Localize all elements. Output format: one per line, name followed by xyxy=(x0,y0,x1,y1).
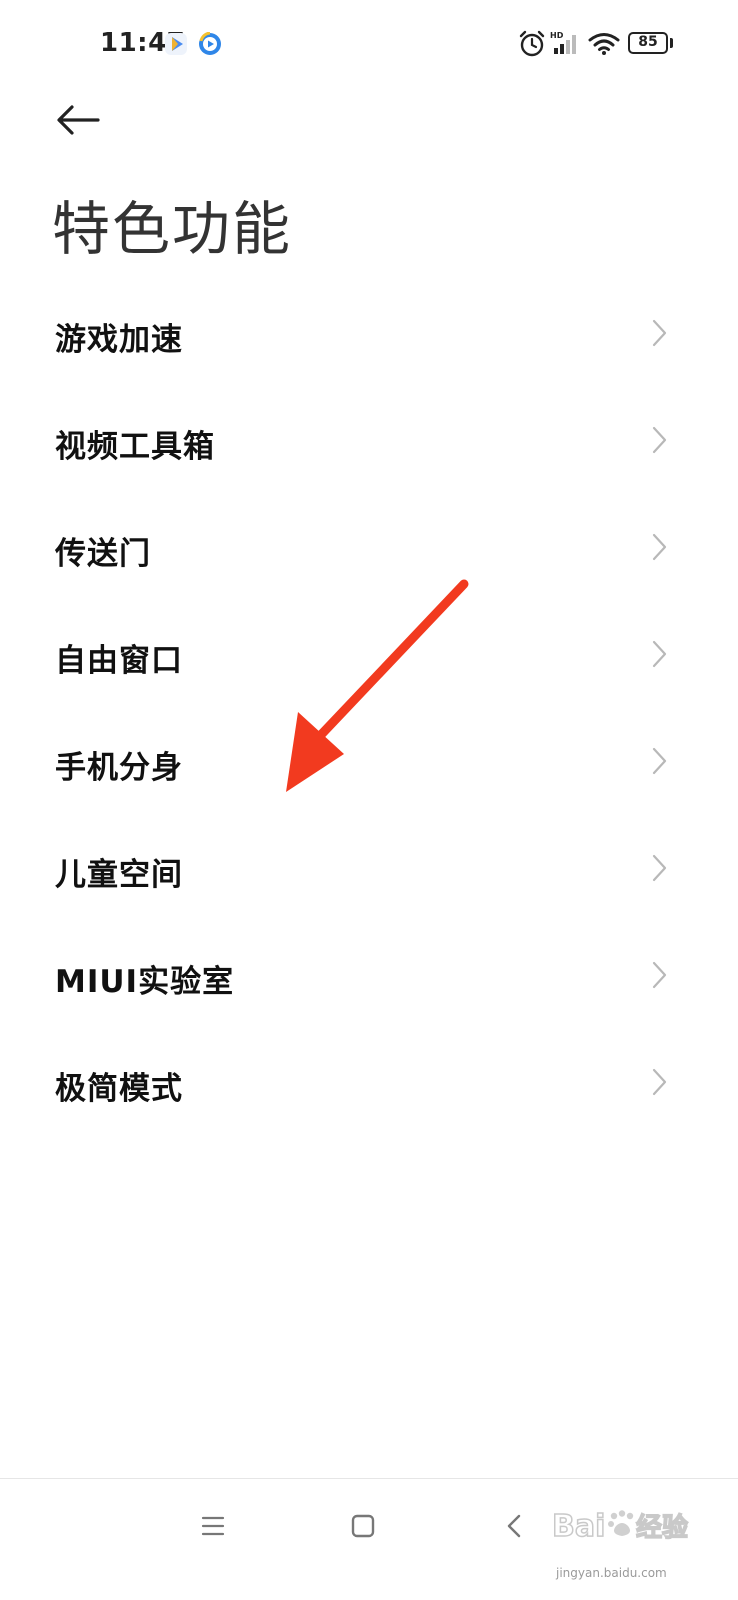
svg-text:经验: 经验 xyxy=(636,1512,688,1543)
chevron-right-icon xyxy=(652,961,667,989)
menu-item-video-toolbox[interactable]: 视频工具箱 xyxy=(0,387,738,494)
chevron-right-icon xyxy=(652,854,667,882)
menu-icon[interactable] xyxy=(198,1511,228,1541)
chevron-right-icon xyxy=(652,747,667,775)
menu-item-label: 极简模式 xyxy=(55,1071,183,1107)
status-bar: 11:47 HD 85 xyxy=(0,0,738,86)
home-icon[interactable] xyxy=(348,1511,378,1541)
svg-text:HD: HD xyxy=(550,31,564,40)
chevron-right-icon xyxy=(652,640,667,668)
chevron-right-icon xyxy=(652,1068,667,1096)
annotation-arrow-icon xyxy=(286,579,469,792)
menu-item-label: 视频工具箱 xyxy=(55,429,215,465)
menu-item-label: 手机分身 xyxy=(55,750,183,786)
chevron-right-icon xyxy=(652,533,667,561)
menu-item-label: 儿童空间 xyxy=(55,857,183,893)
battery-icon: 85 xyxy=(628,32,668,54)
menu-item-label: 传送门 xyxy=(55,536,151,572)
menu-item-miui-lab[interactable]: MIUI实验室 xyxy=(0,922,738,1029)
battery-tip xyxy=(670,38,673,48)
arrow-left-icon[interactable] xyxy=(52,100,102,140)
menu-item-simple-mode[interactable]: 极简模式 xyxy=(0,1029,738,1136)
wifi-icon xyxy=(588,33,620,55)
watermark-url: jingyan.baidu.com xyxy=(556,1566,667,1580)
back-icon[interactable] xyxy=(500,1511,530,1541)
alarm-icon xyxy=(519,30,545,57)
chevron-right-icon xyxy=(652,319,667,347)
browser-app-icon xyxy=(199,32,221,55)
menu-item-kids-space[interactable]: 儿童空间 xyxy=(0,815,738,922)
menu-item-label: 自由窗口 xyxy=(55,643,183,679)
battery-level: 85 xyxy=(638,34,658,50)
baidu-watermark-logo: Bai 经验 xyxy=(552,1508,689,1545)
chevron-right-icon xyxy=(652,426,667,454)
svg-text:Bai: Bai xyxy=(552,1509,605,1544)
menu-item-label: MIUI实验室 xyxy=(55,964,235,1000)
page-title: 特色功能 xyxy=(52,195,293,263)
menu-item-game-turbo[interactable]: 游戏加速 xyxy=(0,280,738,387)
menu-item-label: 游戏加速 xyxy=(55,322,183,358)
video-app-icon xyxy=(165,33,187,55)
hd-signal-icon: HD xyxy=(550,31,576,54)
